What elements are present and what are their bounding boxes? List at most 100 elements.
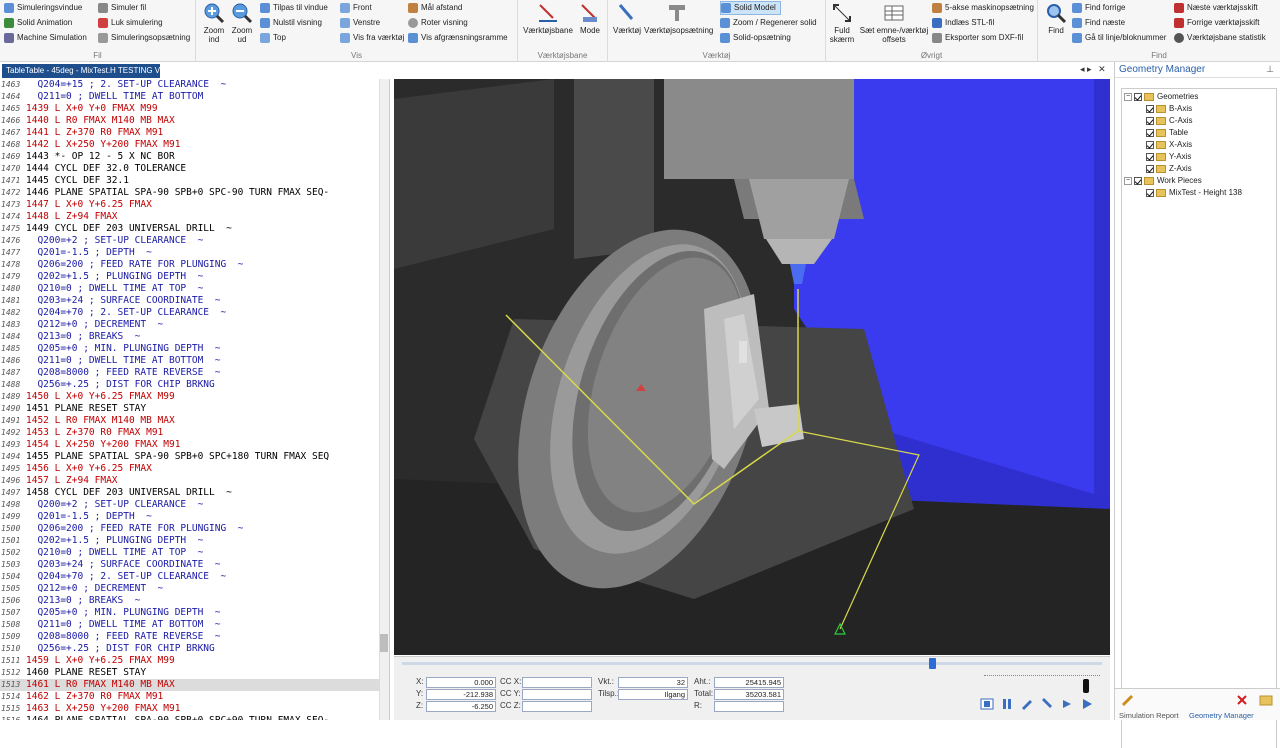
pin-icon[interactable]: ⊥: [1266, 64, 1274, 75]
toolpath-button[interactable]: Værktøjsbane: [522, 2, 574, 35]
code-line[interactable]: 1491 1452 L R0 FMAX M140 MB MAX: [0, 415, 380, 427]
code-line[interactable]: 1496 1457 L Z+94 FMAX: [0, 475, 380, 487]
code-line[interactable]: 1511 1459 L X+0 Y+6.25 FMAX M99: [0, 655, 380, 667]
rotate-view-button[interactable]: Roter visning: [408, 16, 468, 30]
code-line[interactable]: 1478 Q206=200 ; FEED RATE FOR PLUNGING ~: [0, 259, 380, 271]
visibility-checkbox[interactable]: [1146, 153, 1154, 161]
tree-item[interactable]: X-Axis: [1146, 139, 1192, 151]
code-line[interactable]: 1476 Q200=+2 ; SET-UP CLEARANCE ~: [0, 235, 380, 247]
simulation-viewport[interactable]: [394, 79, 1110, 655]
pause-button[interactable]: [1000, 698, 1014, 710]
editor-scrollbar[interactable]: [379, 79, 389, 720]
code-line[interactable]: 1490 1451 PLANE RESET STAY: [0, 403, 380, 415]
goto-line-button[interactable]: Gå til linje/bloknummer: [1072, 31, 1166, 45]
editor-scrollbar-thumb[interactable]: [380, 634, 388, 652]
code-line[interactable]: 1493 1454 L X+250 Y+200 FMAX M91: [0, 439, 380, 451]
code-line[interactable]: 1464 Q211=0 ; DWELL TIME AT BOTTOM: [0, 91, 380, 103]
simulation-timeline[interactable]: [402, 658, 1102, 669]
code-line[interactable]: 1486 Q211=0 ; DWELL TIME AT BOTTOM ~: [0, 355, 380, 367]
tree-item[interactable]: C-Axis: [1146, 115, 1193, 127]
code-line[interactable]: 1506 Q213=0 ; BREAKS ~: [0, 595, 380, 607]
play-button[interactable]: [1080, 698, 1094, 710]
code-line[interactable]: 1513 1461 L R0 FMAX M140 MB MAX: [0, 679, 380, 691]
simuleringsvindue-button[interactable]: Simuleringsvindue: [4, 1, 82, 15]
zoom-regenerate-solid-button[interactable]: Zoom / Regenerer solid: [720, 16, 817, 30]
solid-model-button[interactable]: Solid Model: [720, 1, 781, 15]
load-stl-button[interactable]: Indlæs STL-fil: [932, 16, 994, 30]
code-line[interactable]: 1499 Q201=-1.5 ; DEPTH ~: [0, 511, 380, 523]
tab-geometry-manager[interactable]: Geometry Manager: [1189, 711, 1254, 720]
find-button[interactable]: Find: [1042, 2, 1070, 35]
tree-item[interactable]: Table: [1146, 127, 1188, 139]
visibility-checkbox[interactable]: [1146, 129, 1154, 137]
code-line[interactable]: 1482 Q204=+70 ; 2. SET-UP CLEARANCE ~: [0, 307, 380, 319]
simuleringsopsaetning-button[interactable]: Simuleringsopsætning: [98, 31, 190, 45]
code-line[interactable]: 1483 Q212=+0 ; DECREMENT ~: [0, 319, 380, 331]
code-line[interactable]: 1503 Q203=+24 ; SURFACE COORDINATE ~: [0, 559, 380, 571]
code-line[interactable]: 1489 1450 L X+0 Y+6.25 FMAX M99: [0, 391, 380, 403]
find-previous-button[interactable]: Find forrige: [1072, 1, 1125, 15]
code-line[interactable]: 1484 Q213=0 ; BREAKS ~: [0, 331, 380, 343]
tab-scroll-right-icon[interactable]: ▸: [1087, 64, 1092, 74]
code-line[interactable]: 1487 Q208=8000 ; FEED RATE REVERSE ~: [0, 367, 380, 379]
view-from-tool-button[interactable]: Vis fra værktøj: [340, 31, 404, 45]
mode-button[interactable]: Mode: [576, 2, 604, 35]
code-line[interactable]: 1480 Q210=0 ; DWELL TIME AT TOP ~: [0, 283, 380, 295]
toolpath-statistics-button[interactable]: Værktøjsbane statistik: [1174, 31, 1266, 45]
visibility-checkbox[interactable]: [1146, 117, 1154, 125]
tree-item[interactable]: − Work Pieces: [1124, 175, 1202, 187]
edit-pencil-icon[interactable]: [1121, 693, 1135, 707]
set-offsets-button[interactable]: Sæt emne-/værktøj offsets: [858, 2, 930, 44]
visibility-checkbox[interactable]: [1134, 93, 1142, 101]
code-line[interactable]: 1514 1462 L Z+370 R0 FMAX M91: [0, 691, 380, 703]
show-bounding-box-button[interactable]: Vis afgrænsningsramme: [408, 31, 508, 45]
code-line[interactable]: 1465 1439 L X+0 Y+0 FMAX M99: [0, 103, 380, 115]
tilpas-til-vindue-button[interactable]: Tilpas til vindue: [260, 1, 328, 15]
code-editor[interactable]: 1463 Q204=+15 ; 2. SET-UP CLEARANCE ~146…: [0, 79, 390, 720]
simuler-fil-button[interactable]: Simuler fil: [98, 1, 146, 15]
code-line[interactable]: 1507 Q205=+0 ; MIN. PLUNGING DEPTH ~: [0, 607, 380, 619]
code-line[interactable]: 1498 Q200=+2 ; SET-UP CLEARANCE ~: [0, 499, 380, 511]
code-line[interactable]: 1488 Q256=+.25 ; DIST FOR CHIP BRKNG: [0, 379, 380, 391]
code-line[interactable]: 1470 1444 CYCL DEF 32.0 TOLERANCE: [0, 163, 380, 175]
code-line[interactable]: 1495 1456 L X+0 Y+6.25 FMAX: [0, 463, 380, 475]
code-line[interactable]: 1509 Q208=8000 ; FEED RATE REVERSE ~: [0, 631, 380, 643]
code-line[interactable]: 1505 Q212=+0 ; DECREMENT ~: [0, 583, 380, 595]
zoom-in-button[interactable]: Zoom ind: [202, 2, 226, 44]
five-axis-setup-button[interactable]: 5-akse maskinopsætning: [932, 1, 1034, 15]
code-line[interactable]: 1485 Q205=+0 ; MIN. PLUNGING DEPTH ~: [0, 343, 380, 355]
code-line[interactable]: 1492 1453 L Z+370 R0 FMAX M91: [0, 427, 380, 439]
code-line[interactable]: 1501 Q202=+1.5 ; PLUNGING DEPTH ~: [0, 535, 380, 547]
geometry-tree[interactable]: − Geometries B-Axis C-Axis Table X-Axis Y-Axis…: [1121, 88, 1277, 748]
code-line[interactable]: 1502 Q210=0 ; DWELL TIME AT TOP ~: [0, 547, 380, 559]
visibility-checkbox[interactable]: [1146, 189, 1154, 197]
code-line[interactable]: 1466 1440 L R0 FMAX M140 MB MAX: [0, 115, 380, 127]
expand-toggle-icon[interactable]: −: [1124, 177, 1132, 185]
previous-tool-change-button[interactable]: Forrige værktøjsskift: [1174, 16, 1259, 30]
speed-slider-thumb[interactable]: [1083, 679, 1089, 693]
code-line[interactable]: 1512 1460 PLANE RESET STAY: [0, 667, 380, 679]
expand-toggle-icon[interactable]: −: [1124, 93, 1132, 101]
left-view-button[interactable]: Venstre: [340, 16, 380, 30]
measure-distance-button[interactable]: Mål afstand: [408, 1, 462, 15]
code-line[interactable]: 1494 1455 PLANE SPATIAL SPA-90 SPB+0 SPC+…: [0, 451, 380, 463]
code-line[interactable]: 1477 Q201=-1.5 ; DEPTH ~: [0, 247, 380, 259]
solid-animation-button[interactable]: Solid Animation: [4, 16, 72, 30]
visibility-checkbox[interactable]: [1146, 105, 1154, 113]
tree-item[interactable]: Z-Axis: [1146, 163, 1192, 175]
code-line[interactable]: 1474 1448 L Z+94 FMAX: [0, 211, 380, 223]
tree-item[interactable]: B-Axis: [1146, 103, 1192, 115]
tree-item[interactable]: Y-Axis: [1146, 151, 1191, 163]
visibility-checkbox[interactable]: [1146, 165, 1154, 173]
speed-slider[interactable]: [984, 675, 1100, 677]
export-dxf-button[interactable]: Eksporter som DXF-fil: [932, 31, 1023, 45]
find-next-button[interactable]: Find næste: [1072, 16, 1125, 30]
tab-simulation-report[interactable]: Simulation Report: [1119, 711, 1179, 720]
tree-item[interactable]: MixTest - Height 138: [1146, 187, 1242, 199]
solid-setup-button[interactable]: Solid-opsætning: [720, 31, 791, 45]
tool-setup-button[interactable]: Værktøjsopsætning: [644, 2, 713, 35]
code-line[interactable]: 1471 1445 CYCL DEF 32.1: [0, 175, 380, 187]
tab-scroll-left-icon[interactable]: ◂: [1080, 64, 1085, 74]
code-line[interactable]: 1468 1442 L X+250 Y+200 FMAX M91: [0, 139, 380, 151]
luk-simulering-button[interactable]: Luk simulering: [98, 16, 163, 30]
